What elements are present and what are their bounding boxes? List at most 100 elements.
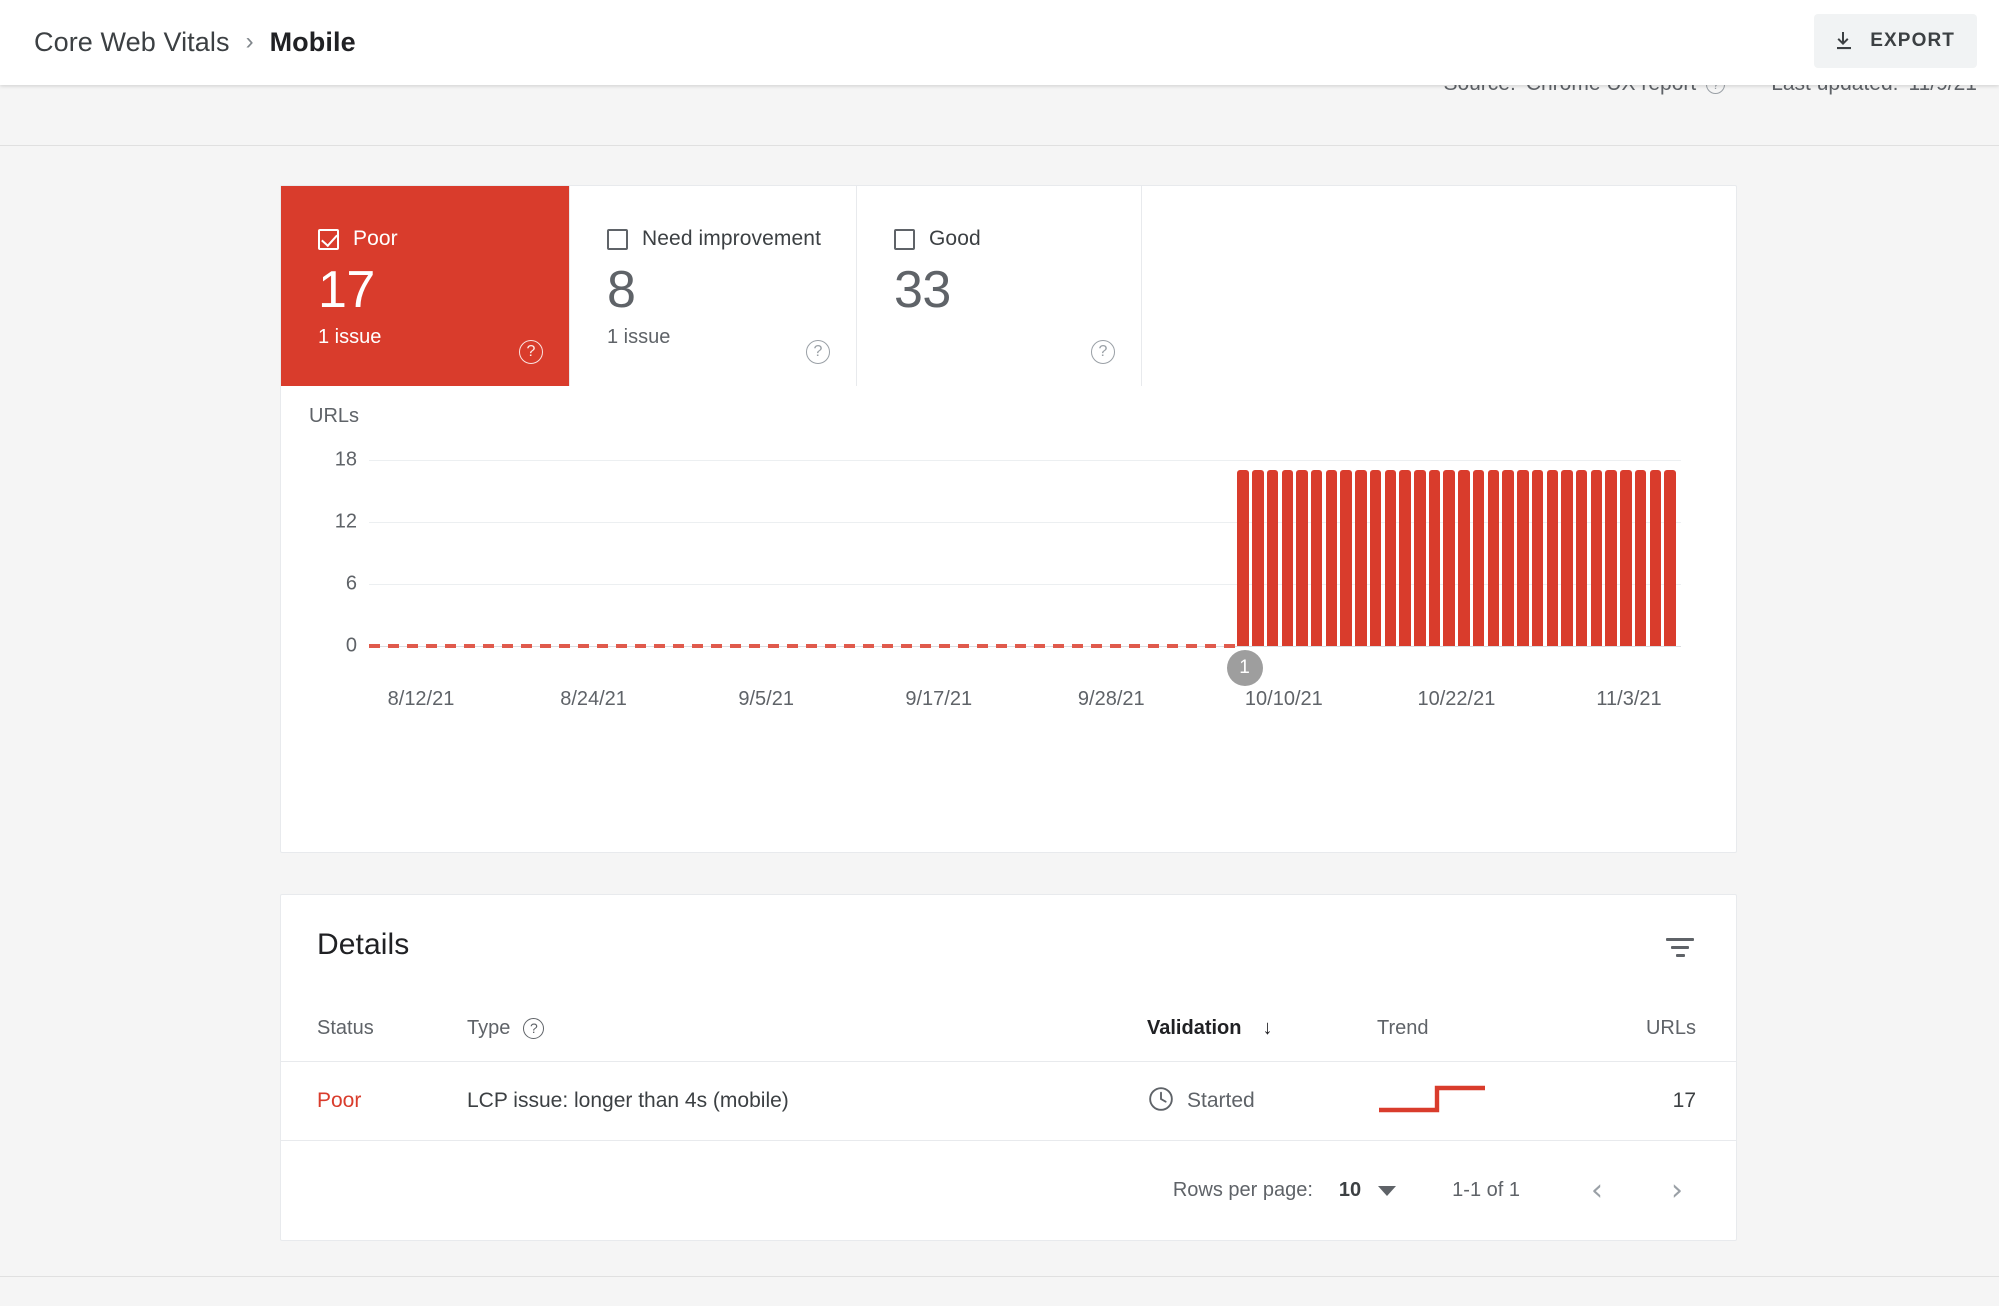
filter-icon[interactable] <box>1658 925 1702 969</box>
column-header-status[interactable]: Status <box>317 1017 467 1040</box>
chart-bar[interactable] <box>1281 470 1294 646</box>
status-card-need-improvement-help-icon[interactable]: ? <box>806 340 830 364</box>
chart-bar[interactable] <box>1237 470 1249 646</box>
chart-bar[interactable] <box>1634 470 1647 646</box>
chart-bar[interactable] <box>1546 470 1558 646</box>
chart-bar[interactable] <box>1355 470 1367 646</box>
chart-bar[interactable] <box>1311 470 1323 646</box>
chart-bar[interactable] <box>1664 470 1676 646</box>
chevron-right-icon: › <box>245 27 254 55</box>
chart-x-tick: 10/22/21 <box>1417 688 1496 710</box>
checkbox-need-improvement[interactable] <box>607 228 628 250</box>
column-header-type[interactable]: Type ? <box>467 1017 1147 1040</box>
header-divider <box>0 145 1999 146</box>
column-header-urls[interactable]: URLs <box>1607 1017 1696 1040</box>
filter-bar-bottom <box>1675 953 1685 957</box>
chart-bars <box>369 460 1681 646</box>
chart-bar[interactable] <box>1296 470 1308 646</box>
next-page-button[interactable]: › <box>1660 1174 1694 1208</box>
status-card-poor-label: Poor <box>353 227 398 250</box>
breadcrumb-item-mobile: Mobile <box>269 27 356 57</box>
chart-bar[interactable] <box>1487 470 1500 646</box>
table-pagination: Rows per page: 10 1-1 of 1 ‹ › <box>281 1141 1736 1240</box>
app-header: Core Web Vitals › Mobile EXPORT <box>0 0 1999 85</box>
chart-x-tick: 9/17/21 <box>905 688 973 710</box>
chart-bar[interactable] <box>1458 470 1470 646</box>
row-status: Poor <box>317 1089 362 1112</box>
clock-icon <box>1147 1085 1175 1118</box>
breadcrumb: Core Web Vitals › Mobile <box>34 27 356 58</box>
chart-x-tick: 9/28/21 <box>1077 688 1145 710</box>
chart-bar[interactable] <box>1605 470 1617 646</box>
chart-bar[interactable] <box>1575 470 1588 646</box>
rows-per-page-value[interactable]: 10 <box>1339 1179 1361 1202</box>
status-card-good-head: Good <box>894 227 1141 251</box>
status-card-need-improvement-head: Need improvement <box>607 227 856 251</box>
chart-x-tick: 11/3/21 <box>1596 688 1662 710</box>
export-button-label: EXPORT <box>1870 30 1955 51</box>
chart-x-tick: 8/12/21 <box>387 688 455 710</box>
row-trend-cell <box>1377 1079 1607 1124</box>
details-title: Details <box>317 928 410 961</box>
status-filter-cards: Poor 17 1 issue ? Need improvement 8 1 i… <box>281 186 1142 386</box>
chevron-down-icon[interactable] <box>1378 1185 1397 1196</box>
main-content: Poor 17 1 issue ? Need improvement 8 1 i… <box>0 146 1999 1306</box>
details-table-header: Status Type ? Validation ↓ Trend URLs <box>281 995 1736 1061</box>
sort-descending-icon: ↓ <box>1262 1016 1273 1039</box>
chart-x-tick: 9/5/21 <box>738 688 794 710</box>
chart-x-tick: 8/24/21 <box>560 688 627 710</box>
cwv-timeseries-chart: URLs 18 12 6 0 1 8/12/21 8/24/21 9/5/21 9/17/2… <box>281 386 1738 854</box>
table-row[interactable]: Poor LCP issue: longer than 4s (mobile) … <box>281 1061 1736 1141</box>
filter-bar-top <box>1666 937 1694 941</box>
status-card-poor[interactable]: Poor 17 1 issue ? <box>281 186 569 386</box>
chart-bar[interactable] <box>1325 470 1338 646</box>
status-card-good-label: Good <box>929 227 981 250</box>
breadcrumb-item-core-web-vitals[interactable]: Core Web Vitals <box>34 27 230 58</box>
cwv-chart-card: Poor 17 1 issue ? Need improvement 8 1 i… <box>280 185 1737 853</box>
chart-bar[interactable] <box>1620 470 1632 646</box>
chart-bar[interactable] <box>1517 470 1529 646</box>
download-icon <box>1832 29 1856 53</box>
trend-sparkline-icon <box>1377 1085 1487 1123</box>
chart-bar[interactable] <box>1340 470 1352 646</box>
chart-bar[interactable] <box>1266 470 1279 646</box>
details-card: Details Status Type ? Validation ↓ Trend… <box>280 894 1737 1241</box>
chart-bar[interactable] <box>1531 470 1544 646</box>
chart-bar[interactable] <box>1472 470 1485 646</box>
chart-bar[interactable] <box>1649 470 1662 646</box>
chart-bar[interactable] <box>1561 470 1573 646</box>
status-card-poor-head: Poor <box>318 227 569 251</box>
chart-bar[interactable] <box>1428 470 1441 646</box>
checkbox-good[interactable] <box>894 228 915 250</box>
chart-bar[interactable] <box>1414 470 1426 646</box>
chart-bar[interactable] <box>1502 470 1514 646</box>
chart-bar[interactable] <box>1252 470 1264 646</box>
chart-bar[interactable] <box>1399 470 1411 646</box>
type-help-icon[interactable]: ? <box>523 1017 545 1039</box>
status-card-good-count: 33 <box>894 261 951 319</box>
chart-bar[interactable] <box>1590 470 1603 646</box>
page-bottom-divider <box>0 1276 1999 1277</box>
row-urls: 17 <box>1672 1089 1696 1112</box>
status-card-need-improvement[interactable]: Need improvement 8 1 issue ? <box>569 186 856 386</box>
column-header-validation-label: Validation <box>1147 1016 1242 1039</box>
export-button[interactable]: EXPORT <box>1814 14 1977 68</box>
status-card-poor-count: 17 <box>318 261 375 319</box>
status-card-need-improvement-label: Need improvement <box>642 227 822 250</box>
status-card-good-help-icon[interactable]: ? <box>1091 340 1115 364</box>
row-type-cell: LCP issue: longer than 4s (mobile) <box>467 1089 1147 1113</box>
chart-bar[interactable] <box>1384 470 1397 646</box>
chart-y-axis-title: URLs <box>309 405 360 427</box>
status-card-poor-help-icon[interactable]: ? <box>519 340 543 364</box>
column-header-trend[interactable]: Trend <box>1377 1017 1607 1040</box>
chart-x-tick: 10/10/21 <box>1244 688 1323 710</box>
chart-annotation-marker[interactable]: 1 <box>1226 650 1263 686</box>
row-type: LCP issue: longer than 4s (mobile) <box>467 1089 789 1112</box>
chart-bar[interactable] <box>1369 470 1382 646</box>
previous-page-button[interactable]: ‹ <box>1580 1174 1614 1208</box>
column-header-validation[interactable]: Validation ↓ <box>1147 1017 1377 1040</box>
status-card-good[interactable]: Good 33 ? <box>856 186 1142 386</box>
rows-per-page-label: Rows per page: <box>1172 1179 1313 1201</box>
chart-bar[interactable] <box>1443 470 1455 646</box>
checkbox-poor[interactable] <box>318 228 339 250</box>
